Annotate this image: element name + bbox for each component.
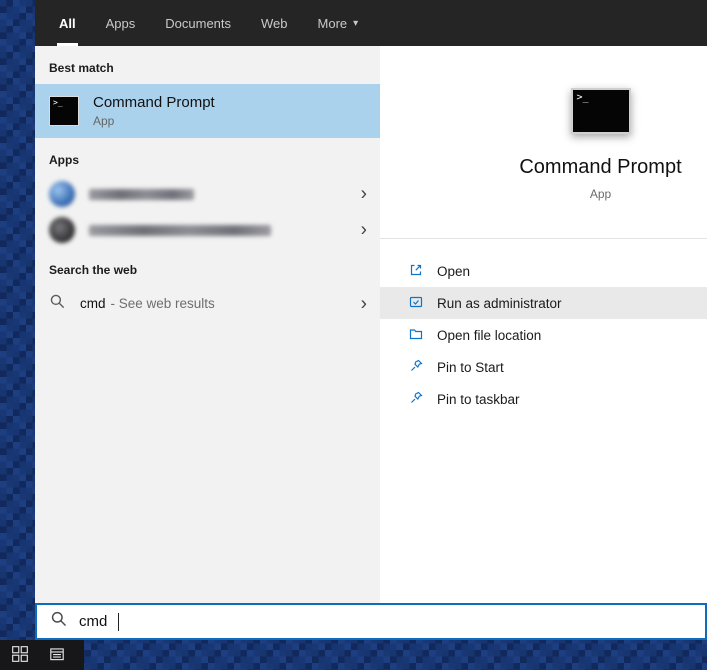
run-as-administrator-icon: [408, 294, 424, 313]
redacted-label: [89, 225, 271, 236]
app-result-redacted-2[interactable]: ›: [35, 212, 380, 248]
action-label: Open: [437, 264, 470, 279]
search-input-value[interactable]: cmd: [79, 613, 107, 630]
web-result-query: cmd: [80, 296, 106, 311]
command-prompt-icon: >_: [49, 96, 79, 126]
context-actions: Open Run as administrator: [380, 255, 707, 415]
search-results-area: Best match >_ Command Prompt App Apps ›: [35, 46, 707, 603]
action-label: Open file location: [437, 328, 541, 343]
chevron-right-icon[interactable]: ›: [361, 221, 367, 240]
preview-header: >_ Command Prompt App: [380, 46, 707, 239]
folder-icon: [408, 326, 424, 345]
pin-icon: [408, 390, 424, 409]
web-result-text: cmd - See web results: [80, 295, 215, 313]
tab-web[interactable]: Web: [259, 0, 290, 46]
preview-panel: >_ Command Prompt App: [380, 46, 707, 603]
tab-apps-label: Apps: [106, 16, 136, 31]
text-cursor: [118, 613, 119, 631]
tab-more-label: More: [318, 16, 348, 31]
action-label: Pin to taskbar: [437, 392, 520, 407]
action-pin-to-taskbar[interactable]: Pin to taskbar: [380, 383, 707, 415]
command-prompt-icon-large: >_: [571, 88, 631, 134]
preview-app-type: App: [590, 187, 611, 201]
search-icon: [50, 610, 68, 633]
preview-header-inner: >_ Command Prompt App: [519, 88, 681, 201]
app-icon-redacted: [49, 181, 75, 207]
search-web-header: Search the web: [35, 248, 380, 286]
taskbar-search-box[interactable]: cmd: [35, 603, 707, 640]
task-view-icon: [48, 645, 66, 666]
best-match-header: Best match: [35, 46, 380, 84]
chevron-right-icon[interactable]: ›: [361, 295, 367, 314]
action-pin-to-start[interactable]: Pin to Start: [380, 351, 707, 383]
action-label: Run as administrator: [437, 296, 562, 311]
action-open-file-location[interactable]: Open file location: [380, 319, 707, 351]
app-icon-redacted: [49, 217, 75, 243]
app-result-redacted-1[interactable]: ›: [35, 176, 380, 212]
chevron-right-icon[interactable]: ›: [361, 185, 367, 204]
tab-all[interactable]: All: [57, 0, 78, 46]
start-search-flyout: All Apps Documents Web More ▾ Best match: [35, 0, 707, 640]
web-result-suffix: - See web results: [111, 296, 215, 311]
windows-logo-icon: [11, 645, 29, 666]
results-panel: Best match >_ Command Prompt App Apps ›: [35, 46, 380, 603]
best-match-title: Command Prompt: [93, 94, 215, 111]
search-icon: [49, 293, 66, 315]
start-button[interactable]: [9, 644, 31, 666]
tab-documents-label: Documents: [165, 16, 231, 31]
open-icon: [408, 262, 424, 281]
task-view-button[interactable]: [46, 644, 68, 666]
taskbar: [0, 640, 84, 670]
web-search-result[interactable]: cmd - See web results ›: [35, 286, 380, 322]
apps-header: Apps: [35, 138, 380, 176]
redacted-label: [89, 189, 194, 200]
pin-icon: [408, 358, 424, 377]
preview-app-name: Command Prompt: [519, 156, 681, 179]
tab-more[interactable]: More ▾: [316, 0, 361, 46]
best-match-type: App: [93, 114, 215, 128]
tab-documents[interactable]: Documents: [163, 0, 233, 46]
desktop: All Apps Documents Web More ▾ Best match: [0, 0, 707, 670]
tab-all-label: All: [59, 16, 76, 31]
tab-web-label: Web: [261, 16, 288, 31]
cmd-prompt-glyph: >_: [53, 98, 63, 107]
best-match-result[interactable]: >_ Command Prompt App: [35, 84, 380, 138]
action-open[interactable]: Open: [380, 255, 707, 287]
best-match-text: Command Prompt App: [93, 94, 215, 128]
chevron-down-icon: ▾: [353, 18, 358, 29]
action-run-as-administrator[interactable]: Run as administrator: [380, 287, 707, 319]
search-filter-tabs: All Apps Documents Web More ▾: [35, 0, 707, 46]
cmd-prompt-glyph: >_: [577, 92, 589, 103]
tab-apps[interactable]: Apps: [104, 0, 138, 46]
action-label: Pin to Start: [437, 360, 504, 375]
